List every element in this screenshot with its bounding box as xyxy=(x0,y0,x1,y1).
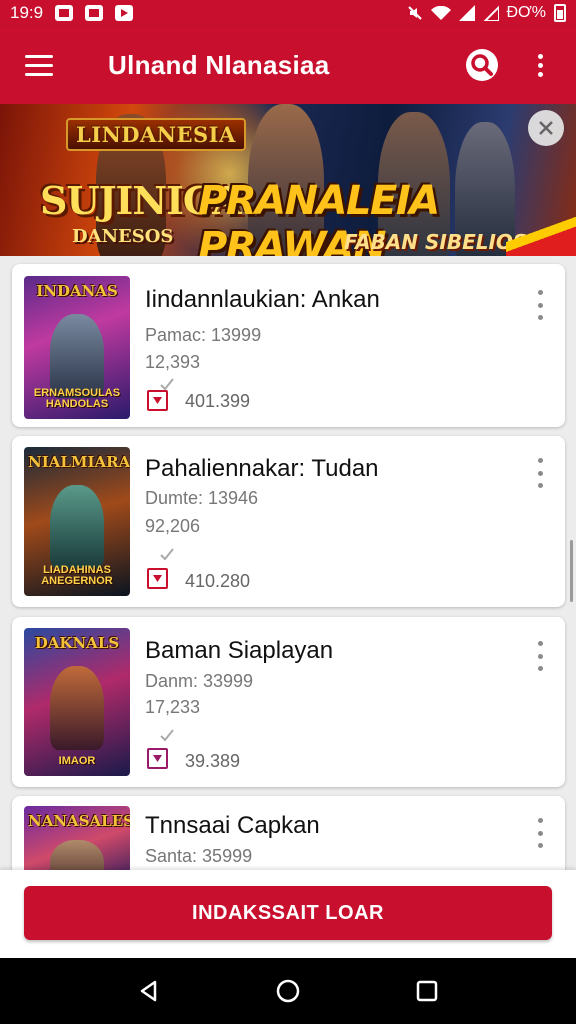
more-vert-dot xyxy=(537,483,543,488)
more-vert-dot xyxy=(537,666,543,671)
thumbnail-label: INDANAS xyxy=(36,282,118,300)
game-meta: Santa: 35999 xyxy=(145,846,253,866)
more-vert-dot xyxy=(537,71,543,77)
home-icon xyxy=(276,979,300,1003)
nav-back-button[interactable] xyxy=(129,971,169,1011)
thumbnail-footer: IMAOR xyxy=(58,755,96,768)
thumbnail-footer: ERNAMSOULAS HANDOLAS xyxy=(33,386,121,411)
more-vert-icon xyxy=(537,641,543,646)
signal-icon xyxy=(458,5,475,21)
game-meta-secondary: 12,393 xyxy=(145,352,201,372)
game-card[interactable]: INDANAS ERNAMSOULAS HANDOLAS Iindannlauk… xyxy=(12,264,565,427)
banner-stripe xyxy=(506,216,576,256)
game-meta: Pamac: 13999 xyxy=(145,325,262,345)
wifi-icon xyxy=(430,6,451,20)
more-vert-dot xyxy=(537,653,543,659)
more-vert-dot xyxy=(537,843,543,848)
game-meta-secondary: 92,206 xyxy=(145,516,201,536)
download-badge-icon xyxy=(147,748,168,769)
download-count: 410.280 xyxy=(185,571,251,591)
app-bar: Ulnand Nlanasiaa xyxy=(0,26,576,104)
game-title: Baman Siaplayan xyxy=(145,637,334,664)
download-badge-icon xyxy=(147,390,168,411)
thumbnail-footer: LIADAHINAS ANEGERNOR xyxy=(41,563,113,588)
card-more-button[interactable] xyxy=(533,458,547,488)
download-badge-icon xyxy=(147,568,168,589)
game-title: Tnnsaai Capkan xyxy=(145,812,320,839)
download-count: 401.399 xyxy=(185,391,251,411)
game-thumbnail: INDANAS ERNAMSOULAS HANDOLAS xyxy=(24,276,130,419)
mute-icon xyxy=(407,6,422,20)
search-icon xyxy=(466,49,498,81)
overflow-menu-button[interactable] xyxy=(512,35,568,95)
message-icon xyxy=(85,5,104,21)
back-icon xyxy=(141,980,157,1002)
battery-icon xyxy=(554,4,566,22)
signal-2-icon xyxy=(483,5,499,21)
card-more-button[interactable] xyxy=(533,641,547,671)
menu-icon-line xyxy=(25,72,53,76)
status-left: 19:9 xyxy=(10,3,134,23)
search-button[interactable] xyxy=(452,35,512,95)
banner-logo: LINDANESIA xyxy=(66,118,246,151)
more-vert-icon xyxy=(537,818,543,823)
more-vert-dot xyxy=(537,302,543,308)
battery-text: ĐƠ% xyxy=(506,4,547,21)
game-thumbnail: NIALMIARA LIADAHINAS ANEGERNOR xyxy=(24,447,130,596)
download-count: 39.389 xyxy=(185,751,241,771)
nav-recents-button[interactable] xyxy=(407,971,447,1011)
game-card[interactable]: DAKNALS IMAOR Baman Siaplayan Danm: 3399… xyxy=(12,617,565,787)
menu-icon xyxy=(25,54,53,58)
recents-icon xyxy=(416,980,437,1002)
close-icon xyxy=(539,121,553,135)
status-bar: 19:9 ĐƠ% xyxy=(0,0,576,26)
more-vert-dot xyxy=(537,830,543,836)
game-title: Pahaliennakar: Tudan xyxy=(145,455,379,482)
more-vert-icon xyxy=(537,290,543,295)
system-nav-bar xyxy=(0,958,576,1024)
notification-icon xyxy=(55,5,74,21)
game-meta: Danm: 33999 xyxy=(145,671,254,691)
more-vert-icon xyxy=(537,458,543,463)
thumbnail-hero xyxy=(50,314,104,398)
promo-banner[interactable]: LINDANESIA SUJINICA DANESOS PRANALEIA PR… xyxy=(0,104,576,256)
thumbnail-hero xyxy=(50,666,104,750)
status-time: 19:9 xyxy=(10,3,44,22)
thumbnail-hero xyxy=(50,485,104,569)
menu-icon-line xyxy=(25,63,53,67)
scrollbar[interactable] xyxy=(570,540,573,602)
thumbnail-label: NIALMIARA xyxy=(28,453,130,471)
game-thumbnail: DAKNALS IMAOR xyxy=(24,628,130,776)
banner-subtitle-left: DANESOS xyxy=(72,226,174,247)
game-meta: Dumte: 13946 xyxy=(145,488,259,508)
game-title: Iindannlaukian: Ankan xyxy=(145,286,380,313)
bottom-action-area: INDAKSSAIT LOAR xyxy=(0,870,576,958)
status-right: ĐƠ% xyxy=(407,4,566,22)
game-card[interactable]: NIALMIARA LIADAHINAS ANEGERNOR Pahalienn… xyxy=(12,436,565,607)
check-icon xyxy=(160,729,174,742)
app-title: Ulnand Nlanasiaa xyxy=(108,49,330,80)
nav-home-button[interactable] xyxy=(268,971,308,1011)
card-more-button[interactable] xyxy=(533,818,547,848)
more-vert-dot xyxy=(537,62,543,68)
menu-button[interactable] xyxy=(0,26,78,104)
check-icon xyxy=(160,548,174,561)
primary-action-button[interactable]: INDAKSSAIT LOAR xyxy=(24,886,552,940)
card-more-button[interactable] xyxy=(533,290,547,320)
thumbnail-label: NANASALES xyxy=(28,812,130,830)
thumbnail-label: DAKNALS xyxy=(34,634,120,652)
banner-close-button[interactable] xyxy=(528,110,564,146)
more-vert-dot xyxy=(537,315,543,320)
youtube-icon xyxy=(115,5,134,21)
game-meta-secondary: 17,233 xyxy=(145,697,201,717)
more-vert-icon xyxy=(537,53,543,59)
more-vert-dot xyxy=(537,470,543,476)
